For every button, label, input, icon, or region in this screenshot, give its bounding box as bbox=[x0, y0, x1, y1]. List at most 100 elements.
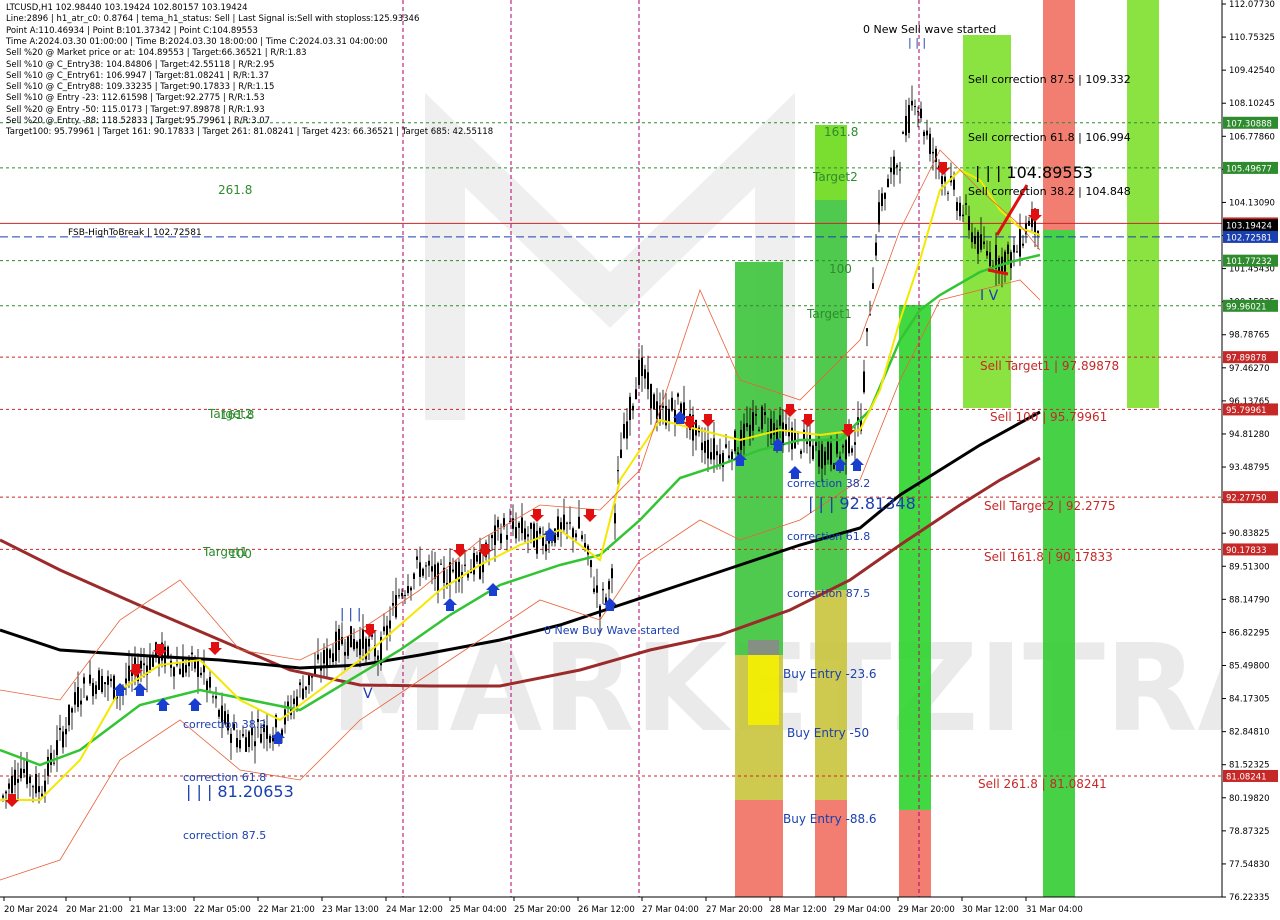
info-line: Sell %20 @ Entry -50: 115.0173 | Target:… bbox=[6, 104, 265, 115]
date-tick-label: 27 Mar 04:00 bbox=[642, 905, 699, 915]
candle-body bbox=[980, 234, 982, 250]
date-tick-label: 23 Mar 13:00 bbox=[322, 905, 379, 915]
price-tick-label: 88.14790 bbox=[1229, 595, 1270, 605]
candle-body bbox=[872, 283, 874, 289]
candle-body bbox=[83, 677, 85, 684]
candle-body bbox=[701, 442, 703, 451]
candle-body bbox=[500, 533, 502, 544]
candle-body bbox=[800, 450, 802, 454]
candle-body bbox=[896, 165, 898, 168]
sell-correction-618-label: Sell correction 61.8 | 106.994 bbox=[968, 131, 1131, 144]
candle-body bbox=[410, 587, 412, 591]
candle-body bbox=[413, 573, 415, 579]
candle-body bbox=[77, 687, 79, 708]
candle-body bbox=[440, 563, 442, 565]
sell-1618-label: Sell 161.8 | 90.17833 bbox=[984, 550, 1113, 564]
wave-iv-label: I V bbox=[980, 288, 999, 304]
target2-left-label: Target2 bbox=[207, 407, 253, 421]
info-line: Sell %10 @ C_Entry88: 109.33235 | Target… bbox=[6, 82, 275, 93]
info-line: Time A:2024.03.30 01:00:00 | Time B:2024… bbox=[6, 36, 388, 47]
info-line: Line:2896 | h1_atr_c0: 0.8764 | tema_h1_… bbox=[6, 14, 420, 25]
candle-body bbox=[923, 131, 925, 136]
candle-body bbox=[518, 522, 520, 528]
candle-body bbox=[254, 741, 256, 747]
date-tick-label: 31 Mar 04:00 bbox=[1026, 905, 1083, 915]
price-tick-label: 89.51300 bbox=[1229, 562, 1270, 572]
candle-body bbox=[1028, 220, 1030, 226]
candle-body bbox=[953, 179, 955, 190]
candle-body bbox=[974, 236, 976, 244]
buy-zone-olive-2 bbox=[815, 590, 847, 800]
candle-body bbox=[50, 752, 52, 765]
candle-body bbox=[299, 682, 301, 686]
candle-body bbox=[854, 442, 856, 445]
candle-body bbox=[185, 664, 187, 673]
price-tick-label: 77.54830 bbox=[1229, 860, 1270, 870]
candle-body bbox=[575, 533, 577, 538]
candle-body bbox=[590, 560, 592, 568]
sell-zone-lime-2 bbox=[1127, 0, 1159, 408]
info-line: Sell %10 @ C_Entry38: 104.84806 | Target… bbox=[6, 59, 275, 70]
candle-body bbox=[212, 696, 214, 698]
price-tag-label: 92.27750 bbox=[1226, 494, 1267, 504]
candle-body bbox=[326, 648, 328, 668]
fib-2618-label: 261.8 bbox=[218, 183, 252, 197]
candle-body bbox=[878, 202, 880, 225]
candle-body bbox=[725, 444, 727, 448]
candle-body bbox=[770, 418, 772, 439]
price-tag-label: 81.08241 bbox=[1226, 772, 1267, 782]
candle-body bbox=[608, 581, 610, 590]
candle-body bbox=[713, 438, 715, 460]
candle-body bbox=[71, 708, 73, 713]
date-tick-label: 30 Mar 12:00 bbox=[962, 905, 1019, 915]
candle-body bbox=[986, 250, 988, 256]
date-tick-label: 25 Mar 04:00 bbox=[450, 905, 507, 915]
candle-body bbox=[515, 526, 517, 539]
candle-body bbox=[377, 655, 379, 660]
buy-entry-marker-yellow bbox=[748, 655, 779, 725]
candle-body bbox=[716, 451, 718, 456]
candle-body bbox=[140, 660, 142, 669]
candle-body bbox=[641, 357, 643, 377]
candle-body bbox=[947, 192, 949, 194]
candle-body bbox=[317, 654, 319, 660]
price-tag-label: 103.19424 bbox=[1226, 222, 1272, 232]
new-sell-wave-label: 0 New Sell wave started bbox=[863, 23, 996, 36]
candle-body bbox=[98, 670, 100, 690]
candle-body bbox=[383, 626, 385, 632]
price-tick-label: 76.22335 bbox=[1229, 893, 1270, 903]
candle-body bbox=[392, 603, 394, 606]
price-tick-label: 94.81280 bbox=[1229, 430, 1270, 440]
price-tick-label: 110.75325 bbox=[1229, 33, 1275, 43]
date-tick-label: 20 Mar 2024 bbox=[4, 905, 58, 915]
candle-body bbox=[611, 568, 613, 579]
candle-body bbox=[710, 452, 712, 460]
candle-body bbox=[914, 106, 916, 108]
price-tick-label: 81.52325 bbox=[1229, 761, 1270, 771]
candle-body bbox=[89, 674, 91, 684]
candle-body bbox=[593, 588, 595, 593]
candle-body bbox=[173, 667, 175, 677]
buy-entry-50-label: Buy Entry -50 bbox=[787, 726, 869, 740]
new-buy-wave-label: 0 New Buy Wave started bbox=[544, 624, 680, 637]
candle-body bbox=[218, 709, 220, 717]
candle-body bbox=[338, 628, 340, 651]
candle-body bbox=[389, 620, 391, 629]
candle-body bbox=[44, 780, 46, 792]
candle-body bbox=[842, 445, 844, 448]
candle-body bbox=[113, 675, 115, 700]
price-tick-label: 108.10245 bbox=[1229, 99, 1275, 109]
candle-body bbox=[239, 740, 241, 749]
fib-100-right-label: 100 bbox=[829, 262, 852, 276]
candle-body bbox=[230, 733, 232, 743]
price-tag-label: 101.77232 bbox=[1226, 257, 1272, 267]
info-line: Target100: 95.79961 | Target 161: 90.178… bbox=[6, 127, 494, 138]
candle-body bbox=[416, 556, 418, 560]
candle-body bbox=[29, 776, 31, 784]
candle-body bbox=[455, 561, 457, 579]
candle-body bbox=[569, 522, 571, 524]
candle-body bbox=[236, 738, 238, 748]
candle-body bbox=[734, 430, 736, 452]
candle-body bbox=[881, 193, 883, 206]
candle-body bbox=[956, 202, 958, 211]
